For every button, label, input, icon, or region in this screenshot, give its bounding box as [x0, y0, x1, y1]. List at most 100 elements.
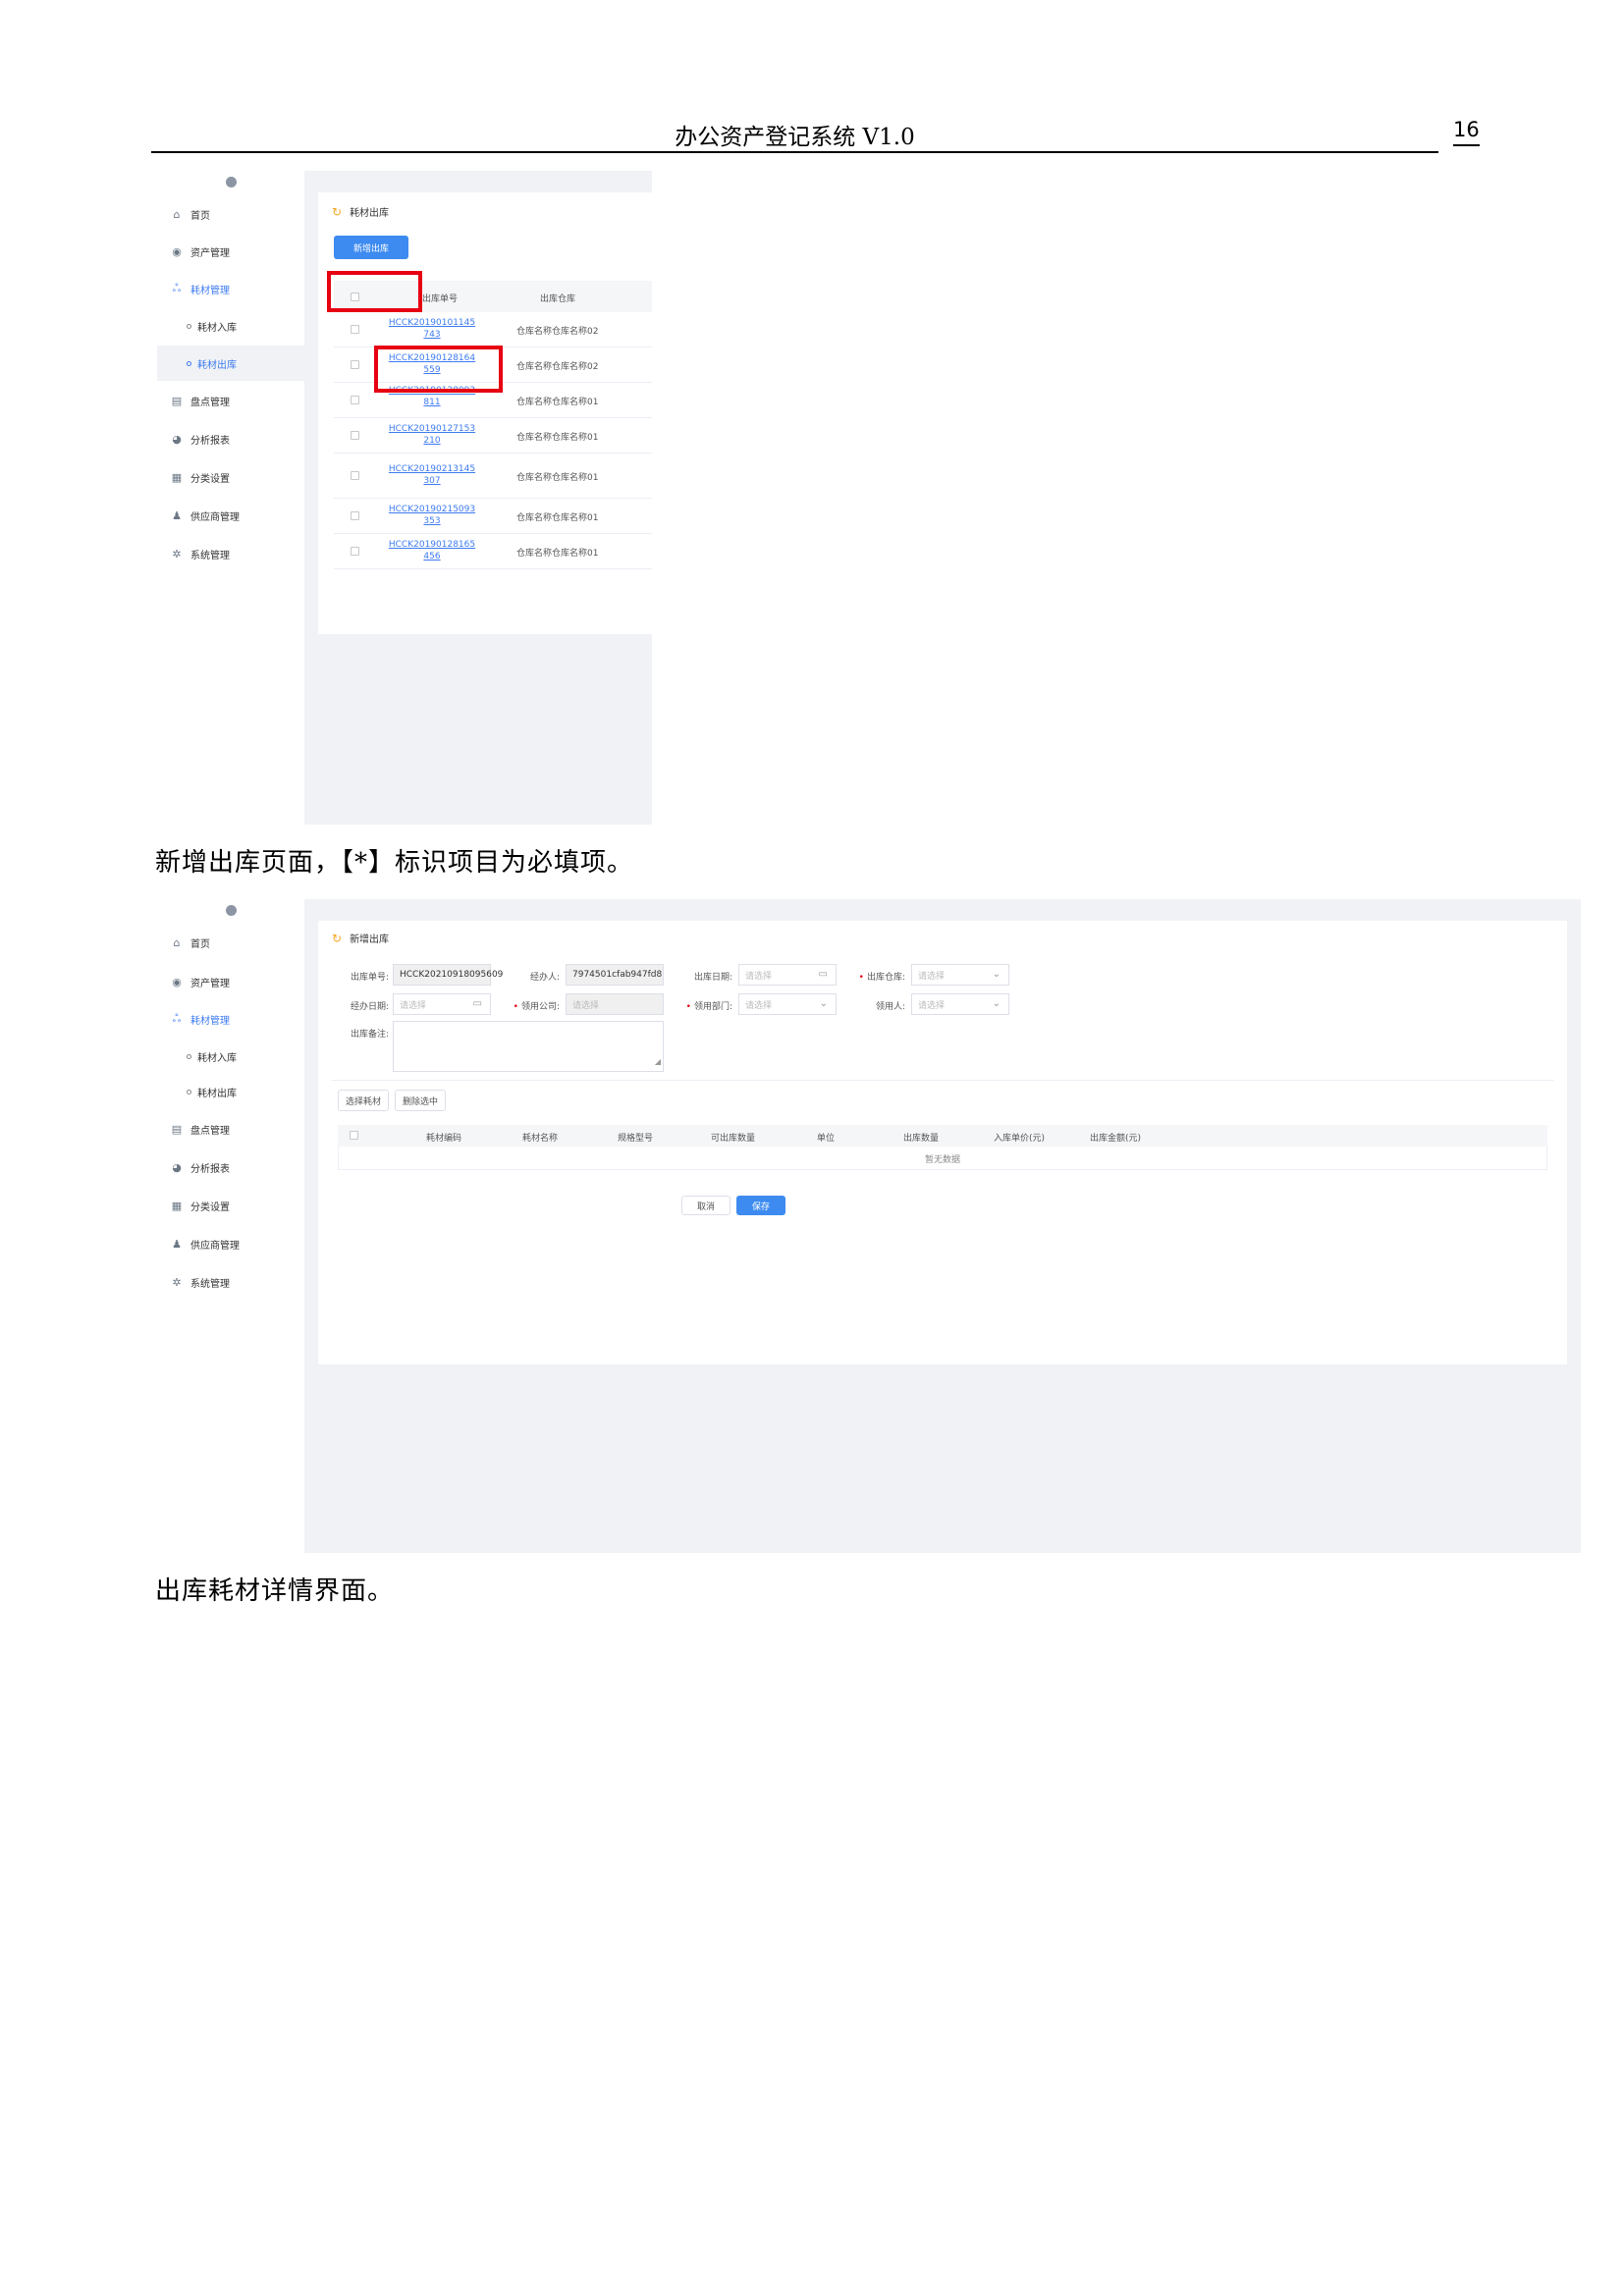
sidebar-item-consumables[interactable]: ஃ 耗材管理 [157, 271, 304, 306]
pie-icon: ◕ [172, 1160, 182, 1174]
row-checkbox[interactable] [351, 325, 359, 334]
empty-text: 暂无数据 [924, 1155, 960, 1165]
delete-selected-button[interactable]: 删除选中 [395, 1090, 446, 1111]
sidebar-item-consumables[interactable]: ஃ 耗材管理 [157, 1001, 304, 1037]
sidebar-item-reports[interactable]: ◕ 分析报表 [157, 1149, 304, 1185]
sidebar-item-label: 耗材出库 [197, 359, 237, 371]
sidebar-item-home[interactable]: ⌂ 首页 [157, 196, 304, 232]
dot-icon [187, 360, 191, 366]
out-no-input[interactable]: HCCK20210918095609 [393, 964, 503, 986]
column-header: 单位 [817, 1134, 836, 1144]
highlight-outbound-number [374, 346, 503, 393]
page-title: ↻ 新增出库 [332, 931, 390, 946]
calendar-icon: ▭ [818, 969, 828, 980]
sidebar-item-categories[interactable]: ▦ 分类设置 [157, 459, 304, 495]
sidebar-item-system[interactable]: ✲ 系统管理 [157, 1264, 304, 1300]
screenshot-consumable-outbound-list: ⌂ 首页 ◉ 资产管理 ஃ 耗材管理 耗材入库 耗材出库 ▤ 盘点管理 ◕ 分析报表 ▦ 分… [157, 171, 652, 825]
warehouse-select[interactable]: 请选择 ⌄ [911, 964, 1009, 986]
sidebar-item-suppliers[interactable]: ♟ 供应商管理 [157, 1226, 304, 1261]
page-title: ↻ 耗材出库 [332, 204, 390, 220]
select-consumables-button[interactable]: 选择耗材 [338, 1090, 389, 1111]
sidebar-item-inventory[interactable]: ▤ 盘点管理 [157, 1111, 304, 1147]
row-checkbox[interactable] [351, 547, 359, 556]
sidebar-item-label: 分析报表 [190, 435, 230, 447]
sidebar-item-assets[interactable]: ◉ 资产管理 [157, 234, 304, 269]
company-label: • 领用公司: [513, 1002, 560, 1012]
add-outbound-button[interactable]: 新增出库 [334, 236, 408, 259]
sidebar-item-consumable-in[interactable]: 耗材入库 [157, 1039, 304, 1074]
calendar-icon: ▭ [472, 998, 482, 1009]
pie-icon: ◕ [172, 432, 182, 446]
outbound-number-link[interactable]: HCCK20190128165 456 [383, 539, 481, 562]
handler-label: 经办人: [529, 973, 560, 983]
sidebar-item-consumable-out[interactable]: 耗材出库 [157, 1074, 304, 1109]
department-select[interactable]: 请选择 ⌄ [738, 993, 837, 1015]
refresh-icon: ↻ [332, 931, 343, 945]
column-header: 规格型号 [618, 1134, 654, 1144]
cancel-button[interactable]: 取消 [681, 1196, 731, 1215]
sidebar-item-label: 分类设置 [190, 1201, 230, 1213]
form-divider [332, 1080, 1553, 1081]
cluster-icon: ஃ [172, 281, 182, 294]
dot-icon [187, 323, 191, 329]
dot-icon [187, 1089, 191, 1095]
sidebar-item-reports[interactable]: ◕ 分析报表 [157, 421, 304, 456]
sidebar-item-label: 系统管理 [190, 550, 230, 561]
logo-icon [226, 905, 237, 916]
sidebar-item-inventory[interactable]: ▤ 盘点管理 [157, 383, 304, 418]
table-row[interactable]: HCCK20190215093 353 仓库名称仓库名称01 [334, 499, 652, 534]
sidebar-item-home[interactable]: ⌂ 首页 [157, 925, 304, 960]
handle-date-picker[interactable]: 请选择 ▭ [393, 993, 491, 1015]
save-button[interactable]: 保存 [736, 1196, 785, 1215]
sidebar-item-label: 盘点管理 [190, 1125, 230, 1137]
page-number: 16 [1453, 118, 1480, 146]
company-input[interactable]: 请选择 [566, 993, 664, 1015]
outbound-number-link[interactable]: HCCK20190101145 743 [383, 317, 481, 341]
chevron-down-icon: ⌄ [992, 969, 1001, 980]
gear-icon: ✲ [172, 547, 182, 561]
gear-icon: ✲ [172, 1275, 182, 1289]
row-checkbox[interactable] [351, 396, 359, 404]
outbound-number-link[interactable]: HCCK20190215093 353 [383, 504, 481, 527]
row-checkbox[interactable] [351, 431, 359, 440]
sidebar-item-consumable-out[interactable]: 耗材出库 [157, 346, 304, 381]
select-all-checkbox[interactable] [350, 1131, 358, 1140]
sidebar-item-label: 分类设置 [190, 473, 230, 485]
sidebar: ⌂ 首页 ◉ 资产管理 ஃ 耗材管理 耗材入库 耗材出库 ▤ 盘点管理 ◕ 分析报表 ▦ 分… [157, 899, 304, 1553]
out-date-picker[interactable]: 请选择 ▭ [738, 964, 837, 986]
sidebar-item-suppliers[interactable]: ♟ 供应商管理 [157, 498, 304, 533]
form-panel: ↻ 新增出库 出库单号: HCCK20210918095609 经办人: 7974… [318, 921, 1567, 1364]
row-checkbox[interactable] [351, 511, 359, 520]
sidebar-item-assets[interactable]: ◉ 资产管理 [157, 964, 304, 999]
outbound-number-link[interactable]: HCCK20190213145 307 [383, 463, 481, 487]
sidebar-item-system[interactable]: ✲ 系统管理 [157, 536, 304, 571]
table-row[interactable]: HCCK20190127153 210 仓库名称仓库名称01 [334, 418, 652, 454]
sidebar-item-categories[interactable]: ▦ 分类设置 [157, 1188, 304, 1223]
sidebar-item-consumable-in[interactable]: 耗材入库 [157, 308, 304, 344]
table-row[interactable]: HCCK20190101145 743 仓库名称仓库名称02 [334, 312, 652, 347]
table-row[interactable]: HCCK20190213145 307 仓库名称仓库名称01 [334, 454, 652, 499]
row-checkbox[interactable] [351, 471, 359, 480]
row-checkbox[interactable] [351, 360, 359, 369]
column-header: 耗材编码 [426, 1134, 462, 1144]
table-row[interactable]: HCCK20190128165 456 仓库名称仓库名称01 [334, 534, 652, 569]
remark-textarea[interactable]: ◢ [393, 1021, 664, 1072]
grid-icon: ▦ [171, 1199, 183, 1212]
warehouse-cell: 仓库名称仓库名称02 [516, 362, 599, 372]
recipient-select[interactable]: 请选择 ⌄ [911, 993, 1009, 1015]
resize-handle-icon: ◢ [654, 1057, 661, 1066]
column-header: 可出库数量 [711, 1134, 756, 1144]
outbound-number-link[interactable]: HCCK20190127153 210 [383, 423, 481, 447]
column-header: 出库数量 [903, 1134, 940, 1144]
column-header: 出库金额(元) [1090, 1134, 1142, 1144]
warehouse-cell: 仓库名称仓库名称01 [516, 398, 599, 407]
sidebar-item-label: 供应商管理 [190, 1240, 240, 1252]
calendar-icon: ▤ [171, 1122, 183, 1136]
home-icon: ⌂ [173, 207, 181, 221]
box-icon: ◉ [172, 244, 182, 258]
chevron-down-icon: ⌄ [819, 998, 828, 1009]
screenshot-add-outbound-form: ⌂ 首页 ◉ 资产管理 ஃ 耗材管理 耗材入库 耗材出库 ▤ 盘点管理 ◕ 分析报表 ▦ 分… [157, 899, 1581, 1553]
sidebar-item-label: 耗材管理 [190, 285, 230, 296]
required-mark: • [685, 1002, 691, 1012]
handler-input[interactable]: 7974501cfab947fd8bfa75d1bd3 [566, 964, 664, 986]
